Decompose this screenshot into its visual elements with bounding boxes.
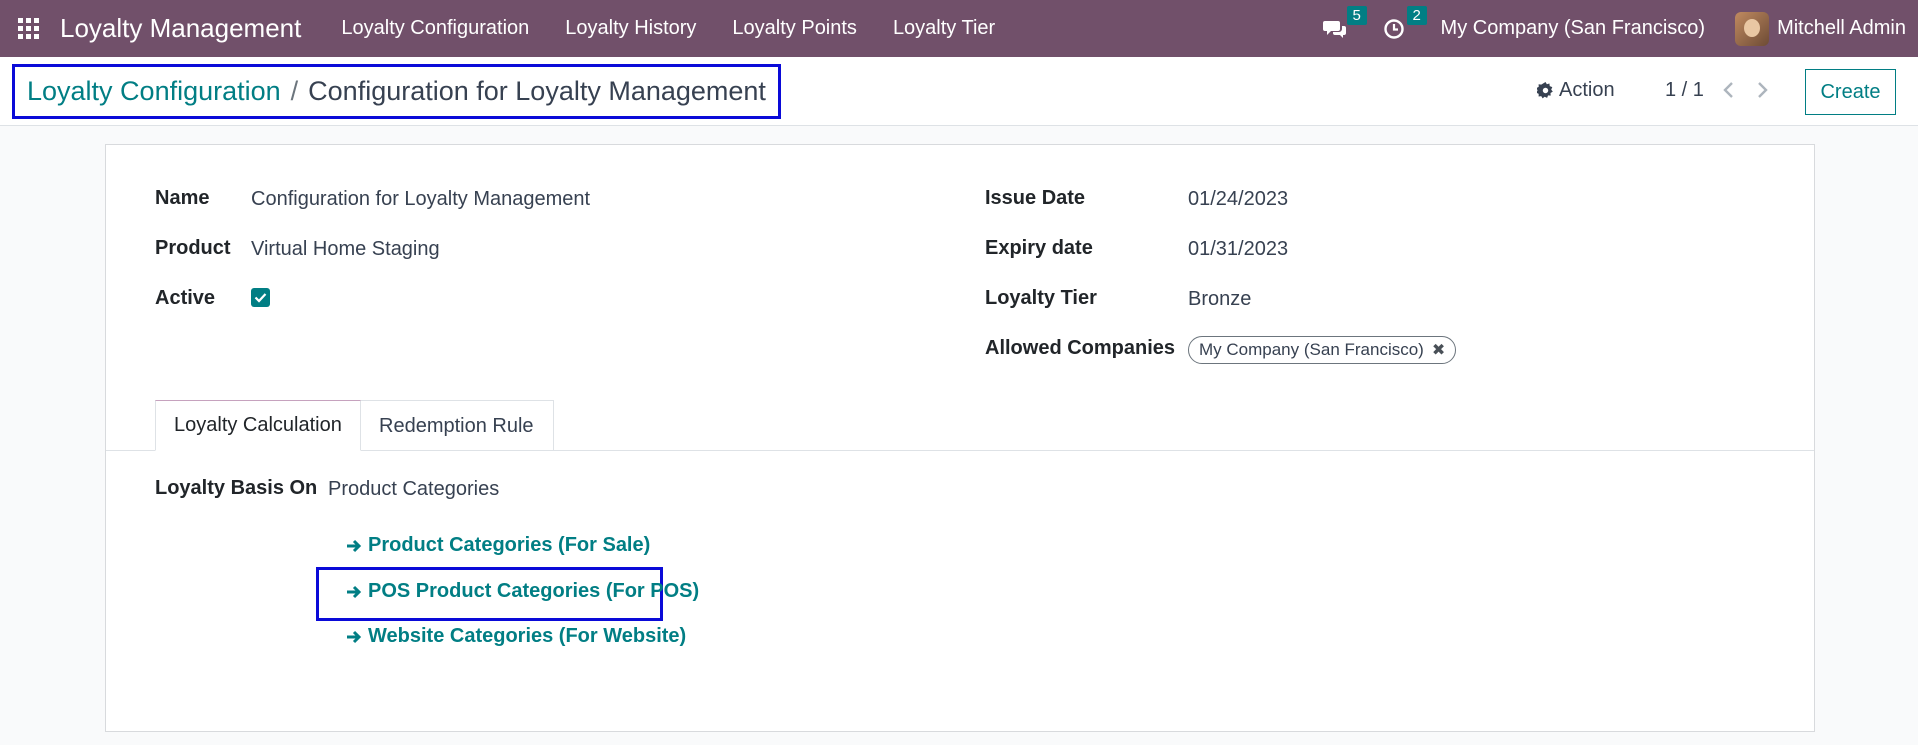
loyalty-basis-field[interactable]: Product Categories [328,478,499,501]
tab-redemption-rule[interactable]: Redemption Rule [361,400,554,451]
breadcrumb-separator: / [290,76,299,106]
active-label: Active [155,287,216,309]
chevron-right-icon[interactable] [1755,81,1769,99]
expiry-date-field[interactable]: 01/31/2023 [1188,238,1288,261]
app-menu-icon[interactable] [18,17,40,40]
issue-date-label: Issue Date [985,187,1086,209]
loyalty-basis-label: Loyalty Basis On [155,477,318,499]
arrow-right-icon [347,539,362,552]
expiry-date-label: Expiry date [985,237,1093,259]
issue-date-field[interactable]: 01/24/2023 [1188,188,1288,211]
product-categories-sale-button[interactable]: Product Categories (For Sale) [346,534,650,557]
tab-loyalty-calculation[interactable]: Loyalty Calculation [155,400,361,451]
company-tag-label: My Company (San Francisco) [1199,340,1424,359]
action-label: Action [1559,79,1615,101]
menu-item-loyalty-points[interactable]: Loyalty Points [714,17,875,40]
breadcrumb: Loyalty Configuration / Configuration fo… [12,64,781,119]
arrow-right-icon [347,630,362,643]
form-sheet: Name Configuration for Loyalty Managemen… [105,144,1815,732]
messages-button[interactable]: 5 [1322,5,1367,40]
avatar [1735,11,1770,46]
chat-bubbles-icon [1322,20,1346,38]
create-button[interactable]: Create [1805,69,1896,115]
company-tag[interactable]: My Company (San Francisco) ✖ [1188,336,1457,364]
menu-item-loyalty-tier[interactable]: Loyalty Tier [875,17,1013,40]
name-label: Name [155,187,210,209]
activities-button[interactable]: 2 [1383,5,1427,40]
website-categories-button[interactable]: Website Categories (For Website) [346,625,686,648]
app-brand[interactable]: Loyalty Management [60,13,301,44]
product-categories-sale-label: Product Categories (For Sale) [368,534,651,556]
pos-product-categories-button[interactable]: POS Product Categories (For POS) [346,580,699,603]
menu-item-loyalty-history[interactable]: Loyalty History [547,17,714,40]
loyalty-tier-label: Loyalty Tier [985,287,1097,309]
checkmark-icon [254,293,267,303]
menu-item-loyalty-configuration[interactable]: Loyalty Configuration [323,17,547,40]
main-menu: Loyalty Configuration Loyalty History Lo… [323,17,1013,40]
company-switcher[interactable]: My Company (San Francisco) [1441,17,1706,40]
loyalty-tier-field[interactable]: Bronze [1188,288,1251,311]
pager-value[interactable]: 1 / 1 [1665,79,1704,102]
tabs-divider [106,450,1814,451]
breadcrumb-parent-link[interactable]: Loyalty Configuration [27,76,281,107]
breadcrumb-current: Configuration for Loyalty Management [308,76,766,106]
messages-count-badge: 5 [1346,5,1367,25]
user-name: Mitchell Admin [1777,17,1906,39]
allowed-companies-label: Allowed Companies [985,337,1176,359]
product-field[interactable]: Virtual Home Staging [251,238,440,261]
top-navbar: Loyalty Management Loyalty Configuration… [0,0,1918,57]
gear-icon [1537,82,1553,99]
name-field[interactable]: Configuration for Loyalty Management [251,188,590,211]
website-categories-label: Website Categories (For Website) [368,625,687,647]
user-menu[interactable]: Mitchell Admin [1735,11,1906,46]
systray: 5 2 My Company (San Francisco) Mitchell … [1322,0,1918,57]
action-menu-button[interactable]: Action [1537,79,1615,102]
activities-count-badge: 2 [1406,5,1427,25]
remove-tag-icon[interactable]: ✖ [1432,340,1445,360]
control-panel: Loyalty Configuration / Configuration fo… [0,57,1918,126]
clock-icon [1383,18,1404,39]
active-checkbox[interactable] [251,288,270,307]
chevron-left-icon[interactable] [1722,81,1736,99]
pos-product-categories-label: POS Product Categories (For POS) [368,580,700,602]
arrow-right-icon [347,585,362,598]
product-label: Product [155,237,231,259]
